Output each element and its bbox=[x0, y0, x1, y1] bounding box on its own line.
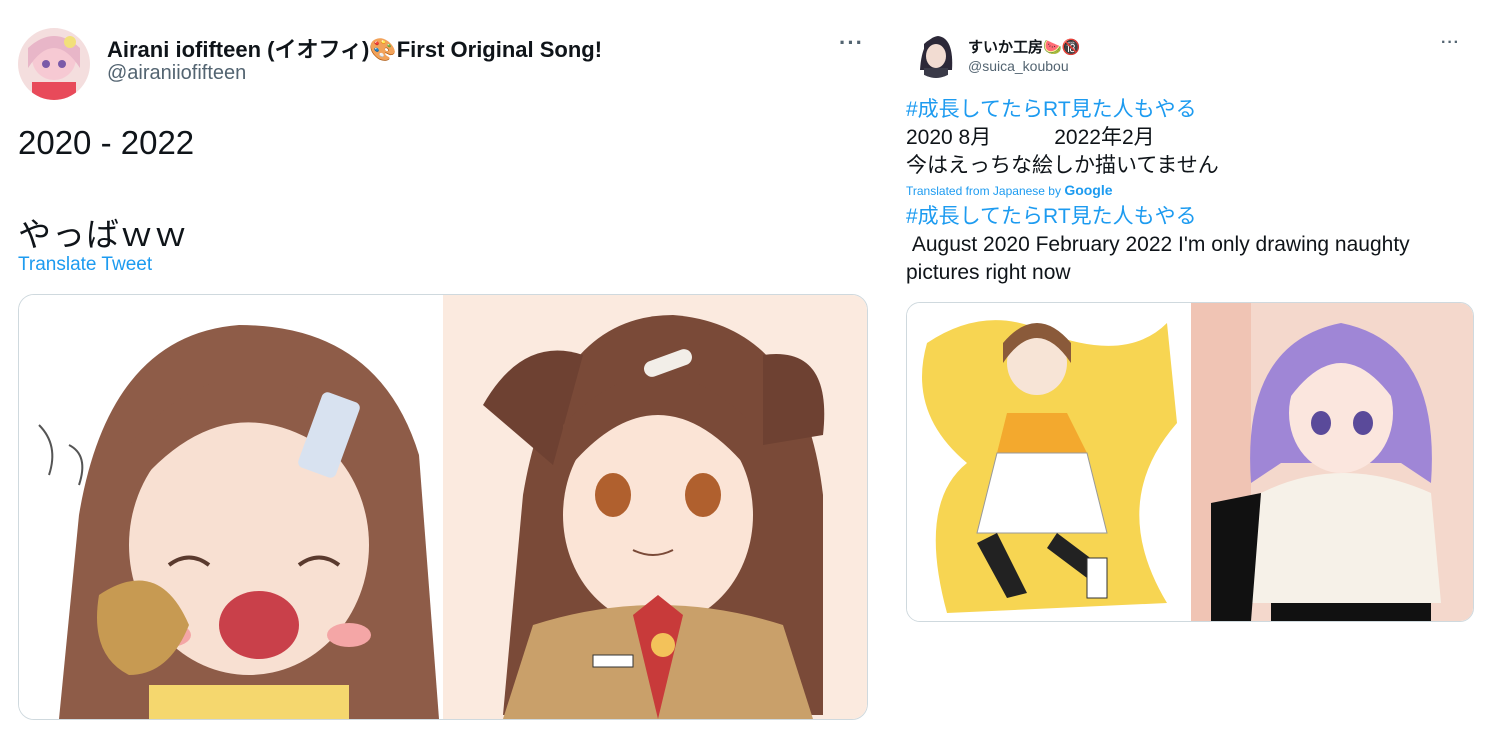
media-image-2[interactable] bbox=[1191, 303, 1473, 621]
translated-text: August 2020 February 2022 I'm only drawi… bbox=[906, 233, 1416, 284]
google-logo: Google bbox=[1064, 182, 1113, 198]
display-name[interactable]: すいか工房🍉🔞 bbox=[968, 36, 1080, 57]
tweet-text-line: 2020 8月 2022年2月 bbox=[906, 126, 1155, 149]
more-options-icon[interactable]: ··· bbox=[1441, 34, 1460, 52]
translated-hashtag-link[interactable]: #成長してたらRT見た人もやる bbox=[906, 203, 1474, 231]
more-options-icon[interactable]: ··· bbox=[839, 30, 864, 56]
media-image-1[interactable] bbox=[19, 295, 443, 719]
handle[interactable]: @airaniiofifteen bbox=[107, 62, 246, 85]
tweet-text-line: 今はえっちな絵しか描いてません bbox=[906, 154, 1219, 177]
hashtag-link[interactable]: #成長してたらRT見た人もやる bbox=[906, 96, 1474, 124]
tweet-body: #成長してたらRT見た人もやる 2020 8月 2022年2月 今はえっちな絵し… bbox=[906, 96, 1474, 287]
translated-from-label: Translated from Japanese by bbox=[906, 184, 1065, 198]
media-image-2[interactable] bbox=[443, 295, 867, 719]
display-name[interactable]: Airani iofifteen (イオフィ)🎨First Original S… bbox=[107, 32, 602, 64]
tweet-text-line: 2020 - 2022 bbox=[18, 124, 195, 161]
handle[interactable]: @suica_koubou bbox=[968, 58, 1069, 74]
media-image-1[interactable] bbox=[907, 303, 1189, 621]
media-grid[interactable] bbox=[906, 302, 1474, 622]
avatar[interactable] bbox=[912, 30, 960, 78]
translation-attribution: Translated from Japanese by Google bbox=[906, 182, 1474, 199]
translate-tweet-link[interactable]: Translate Tweet bbox=[18, 254, 152, 276]
avatar[interactable] bbox=[18, 28, 90, 100]
tweet-text-line: やっばｗｗ bbox=[18, 216, 188, 253]
media-grid[interactable] bbox=[18, 294, 868, 720]
